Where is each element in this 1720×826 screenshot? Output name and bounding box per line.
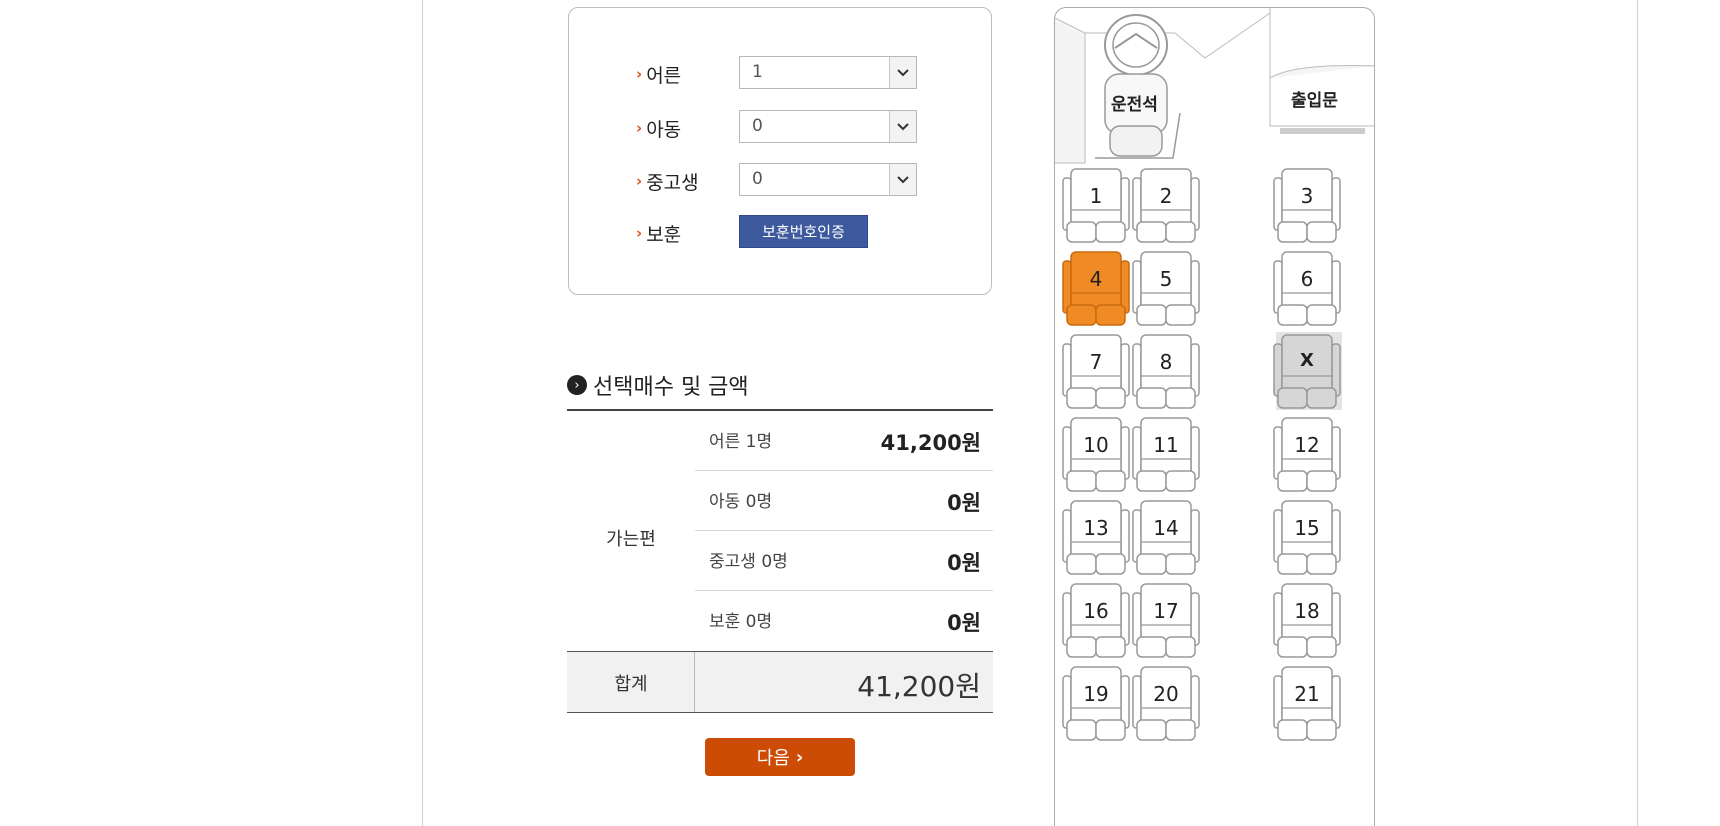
fare-row-amount: 0원 bbox=[947, 611, 981, 635]
fare-row-name: 중고생 0명 bbox=[709, 552, 788, 572]
seat-15[interactable]: 15 bbox=[1272, 498, 1342, 583]
fare-row-name: 아동 0명 bbox=[709, 492, 773, 512]
seat-4[interactable]: 4 bbox=[1061, 249, 1131, 334]
next-button-label: 다음 bbox=[756, 748, 790, 769]
driver-seat-label: 운전석 bbox=[1111, 95, 1158, 115]
seat-number: 2 bbox=[1159, 184, 1173, 208]
fare-row-veteran: 보훈 0명 0원 bbox=[695, 591, 993, 651]
chevron-right-icon: › bbox=[795, 746, 804, 768]
fare-row-adult: 어른 1명 41,200원 bbox=[695, 411, 993, 471]
child-count-value: 0 bbox=[752, 116, 763, 136]
seat-2[interactable]: 2 bbox=[1131, 166, 1201, 251]
fare-row-name: 어른 1명 bbox=[709, 432, 773, 452]
seat-number: 15 bbox=[1294, 516, 1320, 540]
fare-row-teen: 중고생 0명 0원 bbox=[695, 531, 993, 591]
teen-row: › 중고생 bbox=[636, 163, 731, 199]
seat-X: X bbox=[1272, 332, 1342, 417]
seat-13[interactable]: 13 bbox=[1061, 498, 1131, 583]
seat-6[interactable]: 6 bbox=[1272, 249, 1342, 334]
chevron-right-circle-icon: › bbox=[567, 375, 587, 395]
door-label: 출입문 bbox=[1291, 91, 1338, 111]
fare-row-child: 아동 0명 0원 bbox=[695, 471, 993, 531]
seat-14[interactable]: 14 bbox=[1131, 498, 1201, 583]
seat-number: 11 bbox=[1153, 433, 1179, 457]
veteran-row: › 보훈 bbox=[636, 215, 731, 251]
seat-number: 14 bbox=[1153, 516, 1179, 540]
seat-11[interactable]: 11 bbox=[1131, 415, 1201, 500]
seat-3[interactable]: 3 bbox=[1272, 166, 1342, 251]
seat-19[interactable]: 19 bbox=[1061, 664, 1131, 749]
seat-10[interactable]: 10 bbox=[1061, 415, 1131, 500]
total-row: 합계 41,200원 bbox=[567, 651, 993, 713]
chevron-right-icon: › bbox=[636, 65, 643, 83]
adult-label: 어른 bbox=[646, 64, 682, 87]
chevron-right-icon: › bbox=[636, 224, 643, 242]
seat-1[interactable]: 1 bbox=[1061, 166, 1131, 251]
teen-count-select[interactable]: 0 bbox=[739, 163, 917, 196]
seat-18[interactable]: 18 bbox=[1272, 581, 1342, 666]
seat-number: 8 bbox=[1159, 350, 1173, 374]
summary-title: 선택매수 및 금액 bbox=[593, 375, 749, 400]
total-label: 합계 bbox=[614, 674, 648, 695]
fare-row-amount: 0원 bbox=[947, 491, 981, 515]
seat-number: 16 bbox=[1083, 599, 1109, 623]
seat-number: 21 bbox=[1294, 682, 1320, 706]
seat-number: 5 bbox=[1159, 267, 1173, 291]
seat-number: 18 bbox=[1294, 599, 1320, 623]
seat-number: 12 bbox=[1294, 433, 1320, 457]
summary-heading: › 선택매수 및 금액 bbox=[567, 369, 749, 401]
seat-21[interactable]: 21 bbox=[1272, 664, 1342, 749]
fare-summary-table: 가는편 어른 1명 41,200원 아동 0명 0원 중고생 0명 0원 보훈 … bbox=[567, 409, 993, 713]
next-button[interactable]: 다음 › bbox=[705, 738, 855, 776]
seat-7[interactable]: 7 bbox=[1061, 332, 1131, 417]
seat-20[interactable]: 20 bbox=[1131, 664, 1201, 749]
seat-number: 6 bbox=[1300, 267, 1314, 291]
seat-17[interactable]: 17 bbox=[1131, 581, 1201, 666]
page-frame-right bbox=[1637, 0, 1638, 826]
adult-count-select[interactable]: 1 bbox=[739, 56, 917, 89]
veteran-verify-button[interactable]: 보훈번호인증 bbox=[739, 215, 868, 248]
seat-12[interactable]: 12 bbox=[1272, 415, 1342, 500]
seat-number: 3 bbox=[1300, 184, 1314, 208]
chevron-down-icon bbox=[889, 164, 916, 195]
fare-row-amount: 41,200원 bbox=[880, 431, 981, 455]
veteran-label: 보훈 bbox=[646, 223, 682, 246]
passenger-count-panel: › 어른 1 › 아동 0 › 중고생 0 › 보훈 보훈번호인증 bbox=[568, 7, 992, 295]
teen-label: 중고생 bbox=[646, 171, 699, 194]
chevron-right-icon: › bbox=[636, 172, 643, 190]
bus-seat-map: 운전석 출입문 1 2 3 4 5 6 7 8 X 10 11 12 13 14 15 16 17 18 19 20 2… bbox=[1054, 7, 1375, 826]
seat-number: 10 bbox=[1083, 433, 1109, 457]
seat-number: 7 bbox=[1089, 350, 1103, 374]
chevron-down-icon bbox=[889, 111, 916, 142]
adult-row: › 어른 bbox=[636, 56, 731, 92]
fare-row-amount: 0원 bbox=[947, 551, 981, 575]
chevron-down-icon bbox=[889, 57, 916, 88]
adult-count-value: 1 bbox=[752, 62, 763, 82]
seat-5[interactable]: 5 bbox=[1131, 249, 1201, 334]
seat-shape bbox=[1273, 332, 1342, 410]
child-count-select[interactable]: 0 bbox=[739, 110, 917, 143]
fare-row-name: 보훈 0명 bbox=[709, 612, 773, 632]
seat-number: 1 bbox=[1089, 184, 1103, 208]
total-amount: 41,200원 bbox=[857, 670, 981, 703]
page-frame-left bbox=[422, 0, 423, 826]
seat-number: 19 bbox=[1083, 682, 1109, 706]
teen-count-value: 0 bbox=[752, 169, 763, 189]
divider bbox=[694, 652, 695, 712]
seat-number: 4 bbox=[1089, 267, 1103, 291]
child-label: 아동 bbox=[646, 118, 682, 141]
seat-number: X bbox=[1300, 350, 1314, 371]
seat-number: 13 bbox=[1083, 516, 1109, 540]
chevron-right-icon: › bbox=[636, 119, 643, 137]
seat-number: 17 bbox=[1153, 599, 1179, 623]
direction-label: 가는편 bbox=[606, 529, 656, 550]
seat-16[interactable]: 16 bbox=[1061, 581, 1131, 666]
seat-number: 20 bbox=[1153, 682, 1179, 706]
child-row: › 아동 bbox=[636, 110, 731, 146]
seat-8[interactable]: 8 bbox=[1131, 332, 1201, 417]
